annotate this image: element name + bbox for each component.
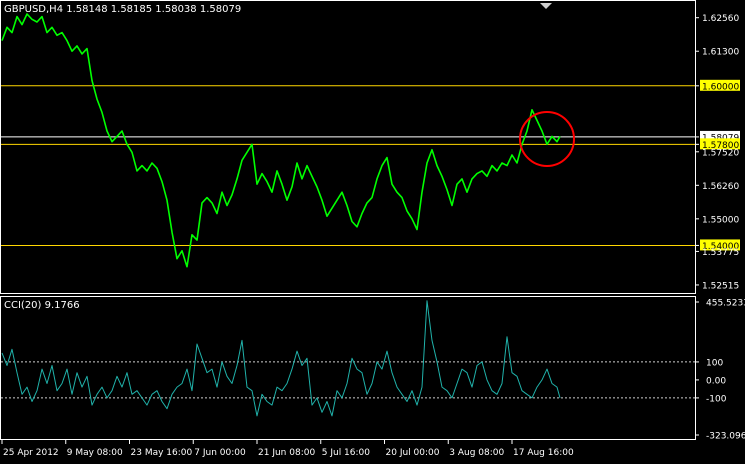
highlight-circle xyxy=(519,111,575,167)
time-tick-label: 5 Jul 16:00 xyxy=(322,448,371,458)
price-levels xyxy=(1,85,695,246)
cci-tick-label: 0.00 xyxy=(706,376,726,386)
price-tick-label: 1.61300 xyxy=(702,48,739,58)
cci-axis: 455.5233 100 0.00 -100 -323.096 xyxy=(695,299,745,442)
price-tick-label: 1.53775 xyxy=(702,248,739,258)
series-layer xyxy=(1,13,561,417)
time-tick-label: 20 Jul 00:00 xyxy=(386,448,440,458)
time-tick-label: 3 Aug 08:00 xyxy=(449,448,504,458)
time-tick-label: 21 Jun 08:00 xyxy=(258,448,315,458)
time-tick-label: 23 May 16:00 xyxy=(131,448,193,458)
price-axis: 1.625601.613001.600001.580791.578001.575… xyxy=(695,14,740,291)
cci-tick-label: 455.5233 xyxy=(706,299,745,309)
price-panel-frame xyxy=(0,0,696,294)
price-tick-label: 1.62560 xyxy=(702,14,739,24)
price-tick-label: 1.55000 xyxy=(702,215,739,225)
indicator-panel-frame xyxy=(0,296,696,440)
trading-chart: 1.625601.613001.600001.580791.578001.575… xyxy=(0,0,745,458)
cci-tick-label: -100 xyxy=(706,394,727,404)
time-tick-label: 17 Aug 16:00 xyxy=(513,448,574,458)
cci-indicator-label: CCI(20) 9.1766 xyxy=(4,300,80,311)
time-tick-label: 25 Apr 2012 xyxy=(3,448,59,458)
price-tick-label: 1.52515 xyxy=(702,281,739,291)
price-tick-label: 1.57520 xyxy=(702,148,739,158)
triangle-down-icon[interactable] xyxy=(540,3,552,9)
time-axis: 25 Apr 2012 9 May 08:00 23 May 16:00 7 Jun … xyxy=(1,439,574,458)
price-line xyxy=(1,13,561,268)
time-tick-label: 7 Jun 00:00 xyxy=(194,448,246,458)
symbol-info: GBPUSD,H4 1.58148 1.58185 1.58038 1.5807… xyxy=(4,4,241,15)
price-level-label: 1.60000 xyxy=(702,82,739,92)
cci-line xyxy=(1,300,561,417)
cci-tick-label: -323.096 xyxy=(706,432,745,442)
time-tick-label: 9 May 08:00 xyxy=(67,448,123,458)
cci-tick-label: 100 xyxy=(706,358,723,368)
price-tick-label: 1.56260 xyxy=(702,182,739,192)
